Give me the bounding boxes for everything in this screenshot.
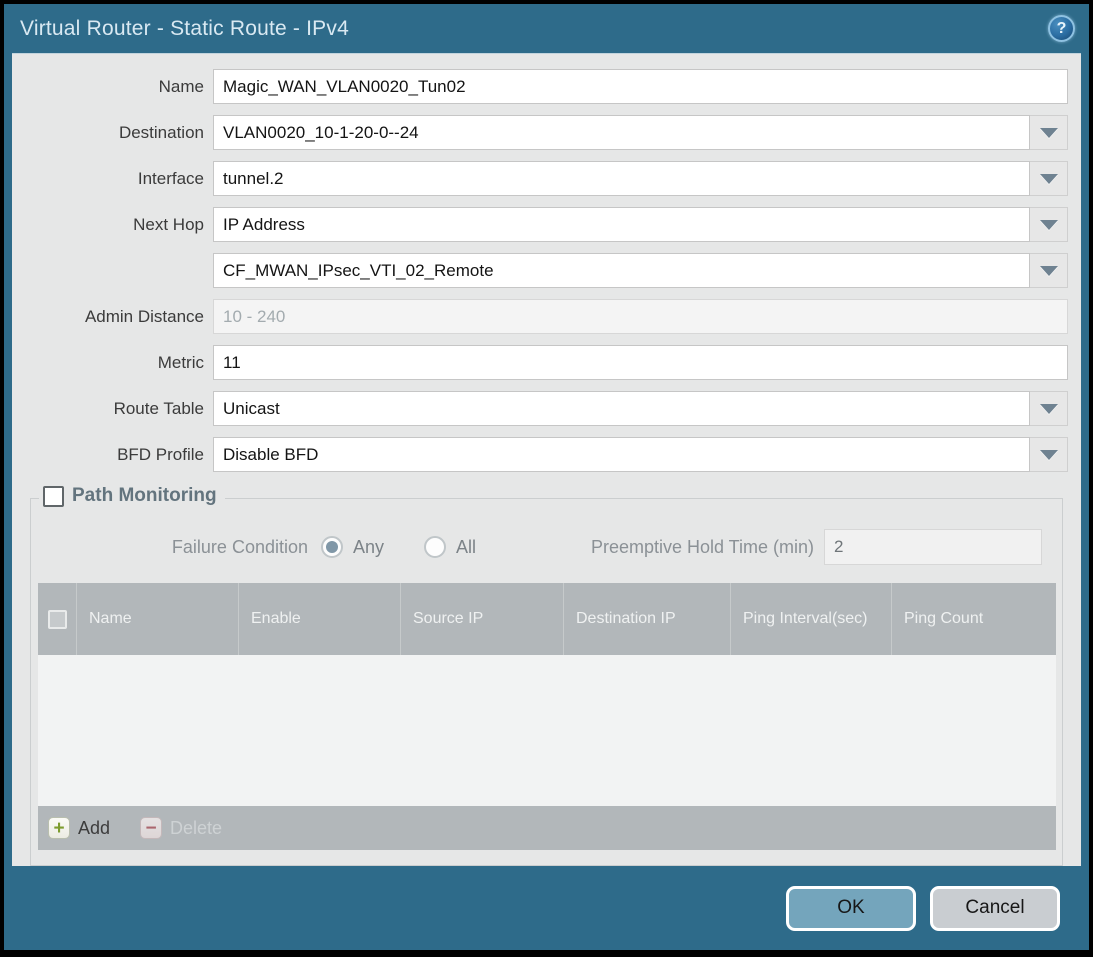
next-hop-label: Next Hop: [12, 208, 213, 242]
bfd-profile-dropdown-button[interactable]: [1030, 437, 1068, 472]
preemptive-hold-time-label: Preemptive Hold Time (min): [591, 537, 814, 558]
failure-condition-option-all: All: [424, 536, 476, 558]
route-table-label: Route Table: [12, 392, 213, 426]
delete-button[interactable]: − Delete: [140, 817, 222, 839]
ok-button[interactable]: OK: [786, 886, 916, 931]
metric-input[interactable]: [213, 345, 1068, 380]
next-hop-address-input[interactable]: [213, 253, 1030, 288]
table-header-enable[interactable]: Enable: [238, 583, 400, 655]
dialog-title-bar: Virtual Router - Static Route - IPv4 ?: [4, 4, 1089, 53]
path-monitoring-checkbox[interactable]: [43, 486, 64, 507]
destination-input[interactable]: [213, 115, 1030, 150]
route-table-input[interactable]: [213, 391, 1030, 426]
dialog-content: Name Destination Interface Next Hop: [12, 53, 1081, 866]
radio-any-label: Any: [353, 537, 384, 558]
radio-all-label: All: [456, 537, 476, 558]
delete-icon: −: [140, 817, 162, 839]
chevron-down-icon: [1040, 266, 1058, 276]
interface-input[interactable]: [213, 161, 1030, 196]
help-icon[interactable]: ?: [1048, 15, 1075, 42]
add-button-label: Add: [78, 818, 110, 839]
destination-label: Destination: [12, 116, 213, 150]
path-monitoring-section: Path Monitoring Failure Condition Any Al…: [30, 498, 1063, 866]
preemptive-hold-time-input[interactable]: [824, 529, 1042, 565]
radio-any[interactable]: [321, 536, 343, 558]
failure-condition-label: Failure Condition: [31, 537, 308, 558]
table-header-ping-count[interactable]: Ping Count: [891, 583, 1056, 655]
add-button[interactable]: + Add: [48, 817, 110, 839]
table-body-empty: [38, 655, 1056, 806]
table-header-select: [38, 583, 76, 655]
path-monitoring-legend: Path Monitoring: [39, 485, 225, 507]
name-input[interactable]: [213, 69, 1068, 104]
bfd-profile-label: BFD Profile: [12, 438, 213, 472]
next-hop-type-input[interactable]: [213, 207, 1030, 242]
table-header-ping-interval[interactable]: Ping Interval(sec): [730, 583, 891, 655]
chevron-down-icon: [1040, 220, 1058, 230]
path-monitoring-table: Name Enable Source IP Destination IP Pin…: [38, 583, 1056, 850]
bfd-profile-input[interactable]: [213, 437, 1030, 472]
static-route-dialog: Virtual Router - Static Route - IPv4 ? N…: [4, 4, 1089, 950]
next-hop-type-dropdown-button[interactable]: [1030, 207, 1068, 242]
add-icon: +: [48, 817, 70, 839]
form-row-bfd-profile: BFD Profile: [12, 437, 1081, 472]
interface-label: Interface: [12, 162, 213, 196]
form-row-destination: Destination: [12, 115, 1081, 150]
chevron-down-icon: [1040, 174, 1058, 184]
table-toolbar: + Add − Delete: [38, 806, 1056, 850]
form-row-next-hop-address: [12, 253, 1081, 288]
table-header-name[interactable]: Name: [76, 583, 238, 655]
next-hop-address-dropdown-button[interactable]: [1030, 253, 1068, 288]
select-all-checkbox[interactable]: [48, 610, 67, 629]
chevron-down-icon: [1040, 128, 1058, 138]
form-row-next-hop: Next Hop: [12, 207, 1081, 242]
interface-dropdown-button[interactable]: [1030, 161, 1068, 196]
table-header-source-ip[interactable]: Source IP: [400, 583, 563, 655]
dialog-footer: OK Cancel: [4, 866, 1089, 950]
metric-label: Metric: [12, 346, 213, 380]
route-table-dropdown-button[interactable]: [1030, 391, 1068, 426]
failure-condition-row: Failure Condition Any All Preemptive Hol…: [31, 529, 1062, 565]
name-label: Name: [12, 70, 213, 104]
form-row-admin-distance: Admin Distance: [12, 299, 1081, 334]
form-row-interface: Interface: [12, 161, 1081, 196]
form-row-name: Name: [12, 69, 1081, 104]
chevron-down-icon: [1040, 450, 1058, 460]
chevron-down-icon: [1040, 404, 1058, 414]
path-monitoring-title: Path Monitoring: [72, 485, 217, 507]
destination-dropdown-button[interactable]: [1030, 115, 1068, 150]
admin-distance-label: Admin Distance: [12, 300, 213, 334]
dialog-title: Virtual Router - Static Route - IPv4: [20, 17, 1048, 41]
radio-all[interactable]: [424, 536, 446, 558]
admin-distance-input[interactable]: [213, 299, 1068, 334]
table-header-row: Name Enable Source IP Destination IP Pin…: [38, 583, 1056, 655]
form-row-route-table: Route Table: [12, 391, 1081, 426]
delete-button-label: Delete: [170, 818, 222, 839]
failure-condition-option-any: Any: [321, 536, 384, 558]
cancel-button[interactable]: Cancel: [930, 886, 1060, 931]
table-header-destination-ip[interactable]: Destination IP: [563, 583, 730, 655]
form-row-metric: Metric: [12, 345, 1081, 380]
preemptive-hold-time-group: Preemptive Hold Time (min): [591, 529, 1042, 565]
